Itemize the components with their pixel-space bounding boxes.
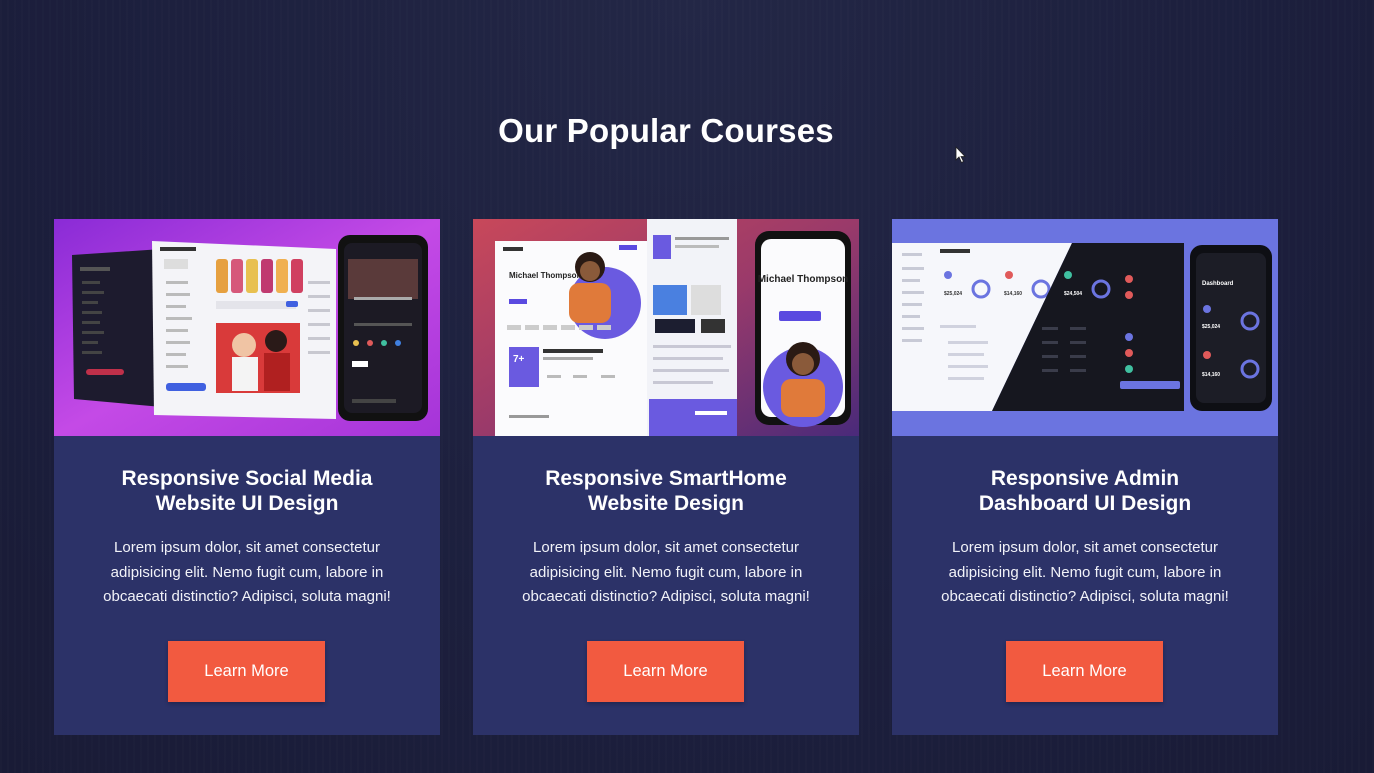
section-title: Our Popular Courses [498,112,834,149]
admin-dashboard-mockup-image[interactable]: $25,024 $14,160 $24,504 Dashboard $25,02… [892,219,1278,436]
thumb-name-text: Michael Thompson [509,271,582,280]
course-title: Responsive Social Media Website UI Desig… [74,466,420,516]
course-title-line: Website Design [588,492,744,515]
smarthome-mockup-image[interactable]: Michael Thompson 7+ Michael Thompson [473,219,859,436]
thumb-stat-text: 7+ [513,354,525,365]
course-description-line: Lorem ipsum dolor, sit amet consectetur [114,539,380,556]
thumb-stat-b-text: $14,160 [1004,291,1022,297]
course-title-line: Responsive SmartHome [545,467,787,490]
course-card: Responsive Social Media Website UI Desig… [54,219,440,735]
course-title: Responsive Admin Dashboard UI Design [912,466,1258,516]
course-description-line: adipisicing elit. Nemo fugit cum, labore… [529,563,803,581]
course-card: Michael Thompson 7+ Michael Thompson Res… [473,219,859,735]
course-description-line: obcaecati distinctio? Adipisci, soluta m… [522,588,810,605]
course-description-line: adipisicing elit. Nemo fugit cum, labore… [110,563,384,581]
course-card: $25,024 $14,160 $24,504 Dashboard $25,02… [892,219,1278,735]
course-description: Lorem ipsum dolor, sit amet consectetur … [78,536,416,610]
course-title-line: Dashboard UI Design [978,492,1192,515]
thumb-phone-stat-text: $25,024 [1202,324,1220,330]
course-description-line: obcaecati distinctio? Adipisci, soluta m… [941,588,1229,605]
course-cards: Responsive Social Media Website UI Desig… [54,219,1278,735]
course-title: Responsive SmartHome Website Design [493,466,839,516]
course-title-line: Responsive Social Media [121,467,373,490]
course-description-line: obcaecati distinctio? Adipisci, soluta m… [103,588,391,605]
thumb-stat-a-text: $25,024 [944,291,962,297]
mouse-cursor-icon [955,146,966,164]
course-title-line: Website UI Design [155,492,339,515]
course-description-line: Lorem ipsum dolor, sit amet consectetur [952,539,1218,556]
course-description-line: Lorem ipsum dolor, sit amet consectetur [533,539,799,556]
course-description: Lorem ipsum dolor, sit amet consectetur … [916,536,1254,610]
course-title-line: Responsive Admin [990,467,1180,490]
thumb-phone-stat-b-text: $14,160 [1202,372,1220,378]
learn-more-button[interactable]: Learn More [168,641,325,702]
course-description-line: adipisicing elit. Nemo fugit cum, labore… [948,563,1222,581]
learn-more-button[interactable]: Learn More [587,641,744,702]
thumb-phone-heading-text: Dashboard [1202,281,1234,287]
course-description: Lorem ipsum dolor, sit amet consectetur … [497,536,835,610]
thumb-stat-c-text: $24,504 [1064,291,1082,297]
social-media-mockup-image[interactable] [54,219,440,436]
thumb-phone-name-text: Michael Thompson [758,274,849,285]
learn-more-button[interactable]: Learn More [1006,641,1163,702]
